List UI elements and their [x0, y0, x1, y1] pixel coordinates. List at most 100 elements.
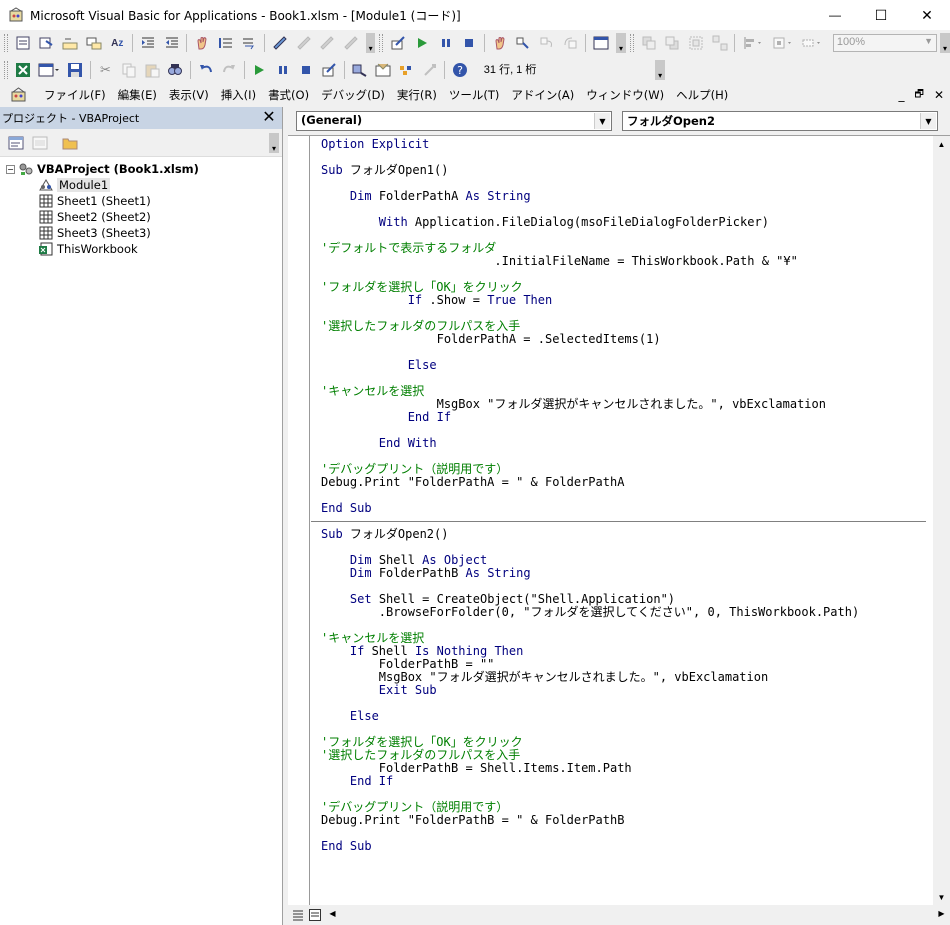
toolbar-grip[interactable] [629, 34, 634, 52]
code-line[interactable]: Sub フォルダOpen1() [321, 164, 926, 177]
toggle-breakpoint-icon-2[interactable] [490, 33, 510, 53]
menu-format[interactable]: 書式(O) [262, 87, 315, 103]
toolbar-grip[interactable] [4, 61, 8, 79]
mdi-restore-button[interactable]: 🗗 [915, 87, 924, 104]
code-line[interactable]: End Sub [321, 840, 926, 853]
code-line[interactable]: .InitialFileName = ThisWorkbook.Path & "… [321, 255, 926, 268]
chevron-down-icon[interactable]: ▼ [920, 113, 936, 129]
scroll-down-icon[interactable]: ▼ [933, 889, 950, 906]
code-line[interactable]: Dim FolderPathA As String [321, 190, 926, 203]
code-line[interactable]: .BrowseForFolder(0, "フォルダを選択してください", 0, … [321, 606, 926, 619]
code-line[interactable]: Else [321, 359, 926, 372]
code-line[interactable]: Debug.Print "FolderPathB = " & FolderPat… [321, 814, 926, 827]
mdi-close-button[interactable]: ✕ [934, 88, 944, 102]
make-same-size-icon[interactable] [799, 33, 825, 53]
menu-help[interactable]: ヘルプ(H) [670, 87, 734, 103]
object-combo[interactable]: (General) ▼ [296, 111, 612, 131]
code-editor[interactable]: Option Explicit Sub フォルダOpen1() Dim Fold… [288, 135, 950, 906]
object-browser-icon[interactable] [397, 60, 416, 80]
menu-insert[interactable]: 挿入(I) [215, 87, 262, 103]
view-excel-icon[interactable] [13, 60, 32, 80]
code-line[interactable] [321, 697, 926, 710]
list-constants-icon[interactable] [37, 33, 57, 53]
menu-tools[interactable]: ツール(T) [443, 87, 506, 103]
minimize-button[interactable]: — [812, 0, 858, 30]
toggle-folders-icon[interactable] [60, 133, 80, 153]
menu-window[interactable]: ウィンドウ(W) [580, 87, 670, 103]
outdent-icon[interactable] [162, 33, 182, 53]
tree-item-module1[interactable]: Module1 [0, 177, 282, 193]
find-icon[interactable] [166, 60, 185, 80]
tree-root-vbaproject[interactable]: − VBAProject (Book1.xlsm) [0, 161, 282, 177]
design-mode-icon[interactable] [388, 33, 408, 53]
code-line[interactable]: Option Explicit [321, 138, 926, 151]
toolbar-options-chevron-2[interactable]: ▾ [616, 33, 626, 53]
run-icon[interactable] [412, 33, 432, 53]
menu-view[interactable]: 表示(V) [163, 87, 215, 103]
userform-icon[interactable] [591, 33, 611, 53]
tree-item-sheet1[interactable]: Sheet1 (Sheet1) [0, 193, 282, 209]
procedure-view-icon[interactable] [290, 905, 306, 925]
view-code-icon[interactable] [6, 133, 26, 153]
group-icon[interactable] [686, 33, 706, 53]
code-line[interactable]: FolderPathB = Shell.Items.Item.Path [321, 762, 926, 775]
toolbar-options-chevron[interactable]: ▾ [365, 33, 376, 53]
horizontal-scrollbar[interactable]: ◀ ▶ [324, 905, 950, 922]
toolbar-options-chevron-3[interactable]: ▾ [940, 33, 950, 53]
save-icon[interactable] [65, 60, 84, 80]
menu-file[interactable]: ファイル(F) [38, 87, 112, 103]
step-into-icon[interactable] [514, 33, 534, 53]
send-to-back-icon[interactable] [662, 33, 682, 53]
zoom-combo[interactable]: 100% ▼ [832, 34, 938, 52]
undo-icon[interactable] [196, 60, 215, 80]
menu-debug[interactable]: デバッグ(D) [315, 87, 391, 103]
menu-run[interactable]: 実行(R) [391, 87, 443, 103]
code-line[interactable]: Sub フォルダOpen2() [321, 528, 926, 541]
menu-addins[interactable]: アドイン(A) [505, 87, 580, 103]
code-line[interactable]: End If [321, 775, 926, 788]
scroll-right-icon[interactable]: ▶ [933, 905, 950, 922]
center-icon[interactable] [770, 33, 796, 53]
toggle-breakpoint-icon[interactable] [192, 33, 212, 53]
chevron-down-icon[interactable]: ▼ [594, 113, 610, 129]
reset-icon[interactable] [459, 33, 479, 53]
indent-icon[interactable] [138, 33, 158, 53]
list-properties-icon[interactable] [13, 33, 33, 53]
toggle-bookmark-icon[interactable] [270, 33, 290, 53]
code-line[interactable]: FolderPathA = .SelectedItems(1) [321, 333, 926, 346]
cut-icon[interactable]: ✂ [96, 60, 115, 80]
uncomment-block-icon[interactable] [240, 33, 260, 53]
properties-window-icon[interactable] [373, 60, 392, 80]
align-icon[interactable] [740, 33, 766, 53]
collapse-icon[interactable]: − [6, 164, 15, 174]
procedure-combo[interactable]: フォルダOpen2 ▼ [622, 111, 938, 131]
code-line[interactable]: End If [321, 411, 926, 424]
step-over-icon[interactable] [537, 33, 557, 53]
full-module-view-icon[interactable] [307, 905, 323, 925]
toolbar-options-chevron-4[interactable]: ▾ [655, 60, 665, 80]
scroll-up-icon[interactable]: ▲ [933, 136, 950, 153]
project-explorer-icon[interactable] [350, 60, 369, 80]
clear-bookmarks-icon[interactable] [341, 33, 361, 53]
parameter-info-icon[interactable] [84, 33, 104, 53]
code-line[interactable]: Dim FolderPathB As String [321, 567, 926, 580]
toolbox-icon[interactable] [420, 60, 439, 80]
close-window-button[interactable]: ✕ [904, 0, 950, 30]
copy-icon[interactable] [119, 60, 138, 80]
design-mode-icon-2[interactable] [320, 60, 339, 80]
vba-menu-icon[interactable] [10, 87, 30, 103]
view-object-icon[interactable] [30, 133, 50, 153]
scroll-left-icon[interactable]: ◀ [324, 905, 341, 922]
code-line[interactable] [321, 827, 926, 840]
help-icon[interactable]: ? [450, 60, 469, 80]
vertical-scrollbar[interactable]: ▲ ▼ [933, 136, 950, 906]
tree-item-sheet3[interactable]: Sheet3 (Sheet3) [0, 225, 282, 241]
project-toolbar-chevron[interactable]: ▾ [269, 133, 279, 153]
paste-icon[interactable] [142, 60, 161, 80]
quick-info-icon[interactable] [60, 33, 80, 53]
step-out-icon[interactable] [561, 33, 581, 53]
toolbar-grip[interactable] [379, 34, 384, 52]
redo-icon[interactable] [219, 60, 238, 80]
reset-icon-2[interactable] [296, 60, 315, 80]
code-line[interactable]: End Sub [321, 502, 926, 515]
